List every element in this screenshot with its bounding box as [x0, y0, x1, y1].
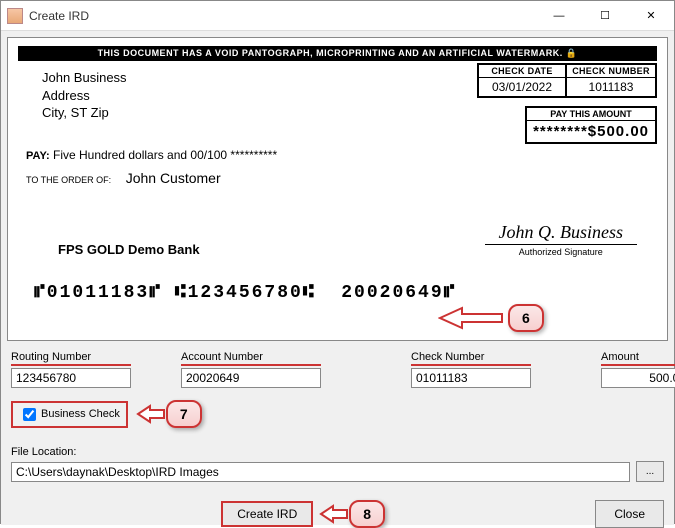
business-check-label-box[interactable]: Business Check: [11, 401, 128, 428]
check-image: THIS DOCUMENT HAS A VOID PANTOGRAPH, MIC…: [7, 37, 668, 341]
file-location-input[interactable]: [11, 462, 630, 482]
check-number-box: CHECK NUMBER 1011183: [567, 63, 657, 98]
app-icon: [7, 8, 23, 24]
routing-input[interactable]: [11, 368, 131, 388]
check-number-field: Check Number: [411, 351, 531, 388]
window-buttons: — ☐ ✕: [536, 1, 674, 31]
file-location-row: File Location: ...: [7, 446, 668, 482]
check-info-boxes: CHECK DATE 03/01/2022 CHECK NUMBER 10111…: [477, 63, 657, 144]
order-line: TO THE ORDER OF: John Customer: [26, 170, 657, 186]
micr-line: ⑈01011183⑈ ⑆123456780⑆ 20020649⑈: [34, 283, 657, 303]
check-amount-value: ********$500.00: [527, 121, 655, 142]
browse-button[interactable]: ...: [636, 461, 664, 482]
check-amount-label: PAY THIS AMOUNT: [527, 108, 655, 121]
callout-7: 7: [136, 400, 202, 428]
signature: John Q. Business: [485, 222, 638, 245]
callout-7-bubble: 7: [166, 400, 202, 428]
arrow-left-icon: [136, 402, 166, 426]
check-date-box: CHECK DATE 03/01/2022: [477, 63, 567, 98]
signature-label: Authorized Signature: [485, 247, 638, 257]
maximize-button[interactable]: ☐: [582, 1, 628, 31]
arrow-left-icon: [438, 304, 508, 332]
file-location-label: File Location:: [11, 446, 664, 458]
check-security-banner: THIS DOCUMENT HAS A VOID PANTOGRAPH, MIC…: [18, 46, 657, 61]
signature-area: John Q. Business Authorized Signature: [485, 222, 638, 257]
routing-label: Routing Number: [11, 351, 131, 366]
payer-address: Address: [42, 87, 127, 105]
content-area: THIS DOCUMENT HAS A VOID PANTOGRAPH, MIC…: [1, 31, 674, 525]
bank-name: FPS GOLD Demo Bank: [58, 242, 200, 257]
payer-block: John Business Address City, ST Zip: [42, 69, 127, 144]
window-title: Create IRD: [29, 9, 536, 23]
order-label: TO THE ORDER OF:: [26, 175, 111, 185]
callout-6-bubble: 6: [508, 304, 544, 332]
arrow-left-icon: [319, 502, 349, 526]
business-check-label: Business Check: [41, 408, 120, 420]
check-date-value: 03/01/2022: [479, 78, 565, 96]
check-number-input[interactable]: [411, 368, 531, 388]
check-amount-box: PAY THIS AMOUNT ********$500.00: [525, 106, 657, 144]
minimize-button[interactable]: —: [536, 1, 582, 31]
account-label: Account Number: [181, 351, 321, 366]
pay-words: Five Hundred dollars and 00/100 ********…: [53, 148, 277, 162]
pay-label: PAY:: [26, 150, 50, 162]
form-row-1: Routing Number Account Number Check Numb…: [7, 351, 668, 388]
routing-field: Routing Number: [11, 351, 131, 388]
pay-line: PAY: Five Hundred dollars and 00/100 ***…: [26, 148, 657, 162]
check-date-label: CHECK DATE: [479, 65, 565, 78]
amount-field-label: Amount: [601, 351, 675, 366]
amount-field: Amount: [601, 351, 675, 388]
payer-citystate: City, ST Zip: [42, 104, 127, 122]
callout-6: 6: [438, 304, 544, 332]
payee-name: John Customer: [126, 170, 221, 186]
account-field: Account Number: [181, 351, 321, 388]
check-number-field-label: Check Number: [411, 351, 531, 366]
form-row-2: Business Check 7: [7, 400, 668, 428]
close-window-button[interactable]: ✕: [628, 1, 674, 31]
check-number-label: CHECK NUMBER: [567, 65, 655, 78]
check-number-value: 1011183: [567, 78, 655, 96]
create-ird-button[interactable]: Create IRD: [221, 501, 313, 527]
title-bar: Create IRD — ☐ ✕: [1, 1, 674, 31]
amount-input[interactable]: [601, 368, 675, 388]
account-input[interactable]: [181, 368, 321, 388]
business-check-checkbox[interactable]: [23, 408, 36, 421]
payer-name: John Business: [42, 69, 127, 87]
